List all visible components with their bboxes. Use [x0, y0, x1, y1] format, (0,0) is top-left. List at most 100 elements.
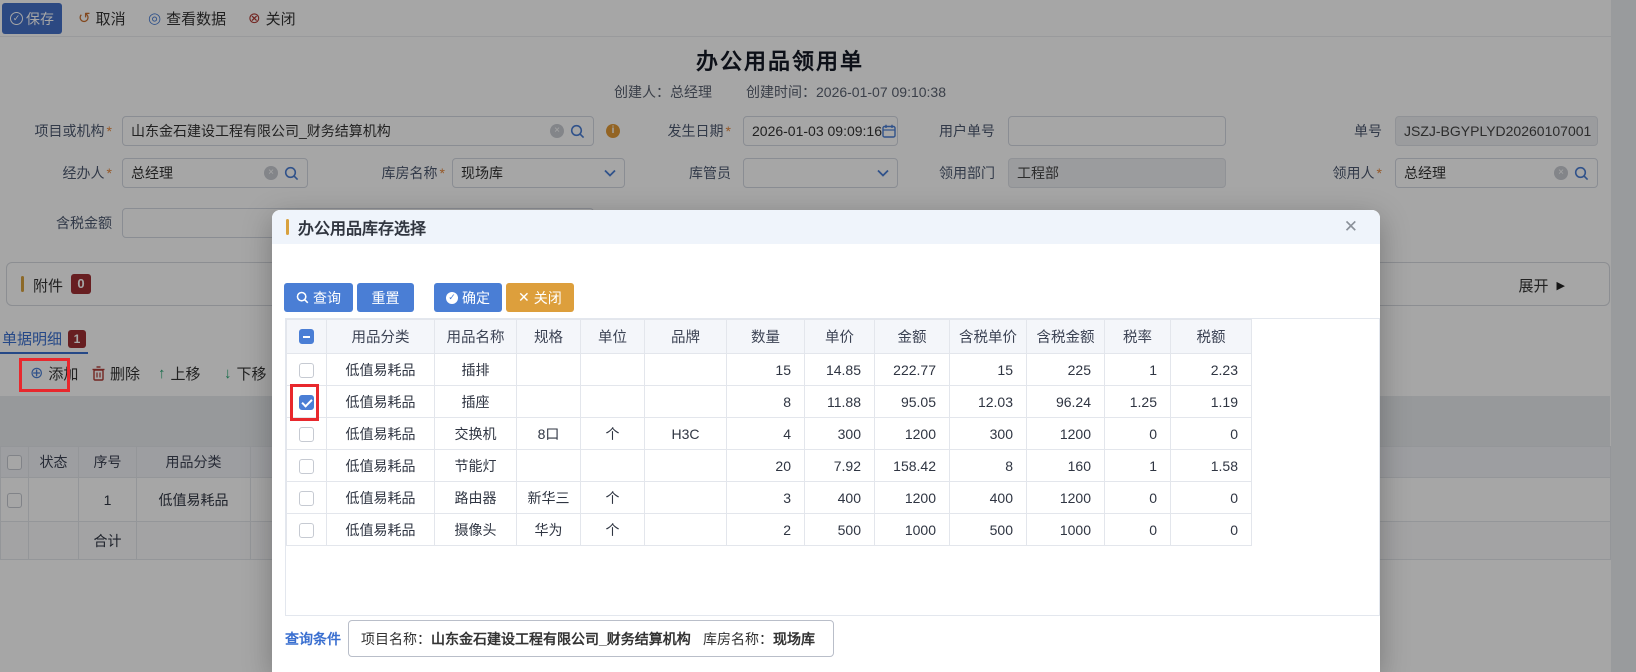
cell: 0 [1171, 514, 1252, 546]
cell: 8口 [517, 418, 581, 450]
project-name-value: 山东金石建设工程有限公司_财务结算机构 [431, 629, 691, 649]
cell: 摄像头 [435, 514, 517, 546]
cell: 低值易耗品 [327, 386, 435, 418]
cell: 158.42 [875, 450, 950, 482]
cell: 交换机 [435, 418, 517, 450]
dialog-close-label: 关闭 [534, 288, 562, 308]
table-row[interactable]: 低值易耗品插排1514.85222.771522512.23 [287, 354, 1252, 386]
query-condition-label: 查询条件 [285, 622, 341, 656]
accent-bar-icon [286, 219, 289, 235]
column-header: 含税金额 [1027, 320, 1105, 354]
search-icon [296, 291, 309, 304]
query-label: 查询 [313, 288, 341, 308]
column-header: 金额 [875, 320, 950, 354]
row-checkbox[interactable] [299, 459, 314, 474]
cell: 11.88 [805, 386, 875, 418]
checkbox-cell [287, 354, 327, 386]
cell [645, 450, 727, 482]
cell: 个 [581, 482, 645, 514]
warehouse-name-value: 现场库 [773, 629, 815, 649]
cell: 2 [727, 514, 805, 546]
column-header: 用品名称 [435, 320, 517, 354]
warehouse-name-label: 库房名称： [703, 629, 773, 649]
cell: 1200 [1027, 418, 1105, 450]
cell: 500 [805, 514, 875, 546]
cell: 222.77 [875, 354, 950, 386]
cell: 8 [727, 386, 805, 418]
row-checkbox[interactable] [299, 523, 314, 538]
row-checkbox[interactable] [299, 491, 314, 506]
cell: 2.23 [1171, 354, 1252, 386]
dialog-title: 办公用品库存选择 [298, 215, 426, 239]
cell: 1.19 [1171, 386, 1252, 418]
query-button[interactable]: 查询 [284, 283, 353, 312]
column-header: 单价 [805, 320, 875, 354]
cell: 500 [950, 514, 1027, 546]
cell: 低值易耗品 [327, 514, 435, 546]
confirm-label: 确定 [462, 288, 490, 308]
cell [517, 386, 581, 418]
table-row[interactable]: 低值易耗品交换机8口个H3C43001200300120000 [287, 418, 1252, 450]
select-all-header-cell [287, 320, 327, 354]
cell: 300 [805, 418, 875, 450]
cell: 1000 [875, 514, 950, 546]
cell: 1000 [1027, 514, 1105, 546]
column-header: 含税单价 [950, 320, 1027, 354]
cell: 路由器 [435, 482, 517, 514]
reset-label: 重置 [372, 288, 400, 308]
reset-button[interactable]: 重置 [357, 283, 414, 312]
checkbox-cell [287, 450, 327, 482]
column-header: 数量 [727, 320, 805, 354]
table-row[interactable]: 低值易耗品插座811.8895.0512.0396.241.251.19 [287, 386, 1252, 418]
dialog-header: 办公用品库存选择 ✕ [272, 210, 1380, 244]
row-checkbox[interactable] [299, 329, 314, 344]
cell: 1 [1105, 450, 1171, 482]
cell [645, 482, 727, 514]
cell: 8 [950, 450, 1027, 482]
table-row[interactable]: 低值易耗品节能灯207.92158.42816011.58 [287, 450, 1252, 482]
cell: 低值易耗品 [327, 450, 435, 482]
cell: H3C [645, 418, 727, 450]
project-name-label: 项目名称： [361, 629, 431, 649]
x-icon: ✕ [518, 289, 530, 306]
check-circle-icon: ✓ [446, 292, 458, 304]
cell: 插排 [435, 354, 517, 386]
cell: 7.92 [805, 450, 875, 482]
checkbox-cell [287, 418, 327, 450]
cell [581, 386, 645, 418]
checkbox-cell [287, 482, 327, 514]
cell: 4 [727, 418, 805, 450]
column-header: 用品分类 [327, 320, 435, 354]
annotation-box-row-checkbox [290, 384, 319, 421]
query-condition-box: 项目名称： 山东金石建设工程有限公司_财务结算机构 库房名称： 现场库 [348, 620, 834, 657]
dialog-close-button[interactable]: ✕ 关闭 [506, 283, 574, 312]
column-header: 品牌 [645, 320, 727, 354]
cell [645, 354, 727, 386]
cell [517, 354, 581, 386]
cell: 0 [1105, 514, 1171, 546]
annotation-box-add-button [19, 358, 70, 392]
cell [581, 354, 645, 386]
checkbox-cell [287, 514, 327, 546]
cell: 160 [1027, 450, 1105, 482]
cell: 1 [1105, 354, 1171, 386]
table-row[interactable]: 低值易耗品路由器新华三个34001200400120000 [287, 482, 1252, 514]
cell: 400 [950, 482, 1027, 514]
cell: 15 [727, 354, 805, 386]
cell: 个 [581, 418, 645, 450]
dialog-close-icon[interactable]: ✕ [1344, 217, 1358, 237]
cell: 14.85 [805, 354, 875, 386]
cell: 0 [1105, 482, 1171, 514]
cell: 300 [950, 418, 1027, 450]
row-checkbox[interactable] [299, 363, 314, 378]
cell: 0 [1171, 418, 1252, 450]
cell: 0 [1105, 418, 1171, 450]
cell: 节能灯 [435, 450, 517, 482]
column-header: 税率 [1105, 320, 1171, 354]
inventory-table: 用品分类用品名称规格单位品牌数量单价金额含税单价含税金额税率税额低值易耗品插排1… [286, 319, 1252, 546]
table-row[interactable]: 低值易耗品摄像头华为个25001000500100000 [287, 514, 1252, 546]
cell: 225 [1027, 354, 1105, 386]
confirm-button[interactable]: ✓ 确定 [434, 283, 502, 312]
cell: 95.05 [875, 386, 950, 418]
row-checkbox[interactable] [299, 427, 314, 442]
